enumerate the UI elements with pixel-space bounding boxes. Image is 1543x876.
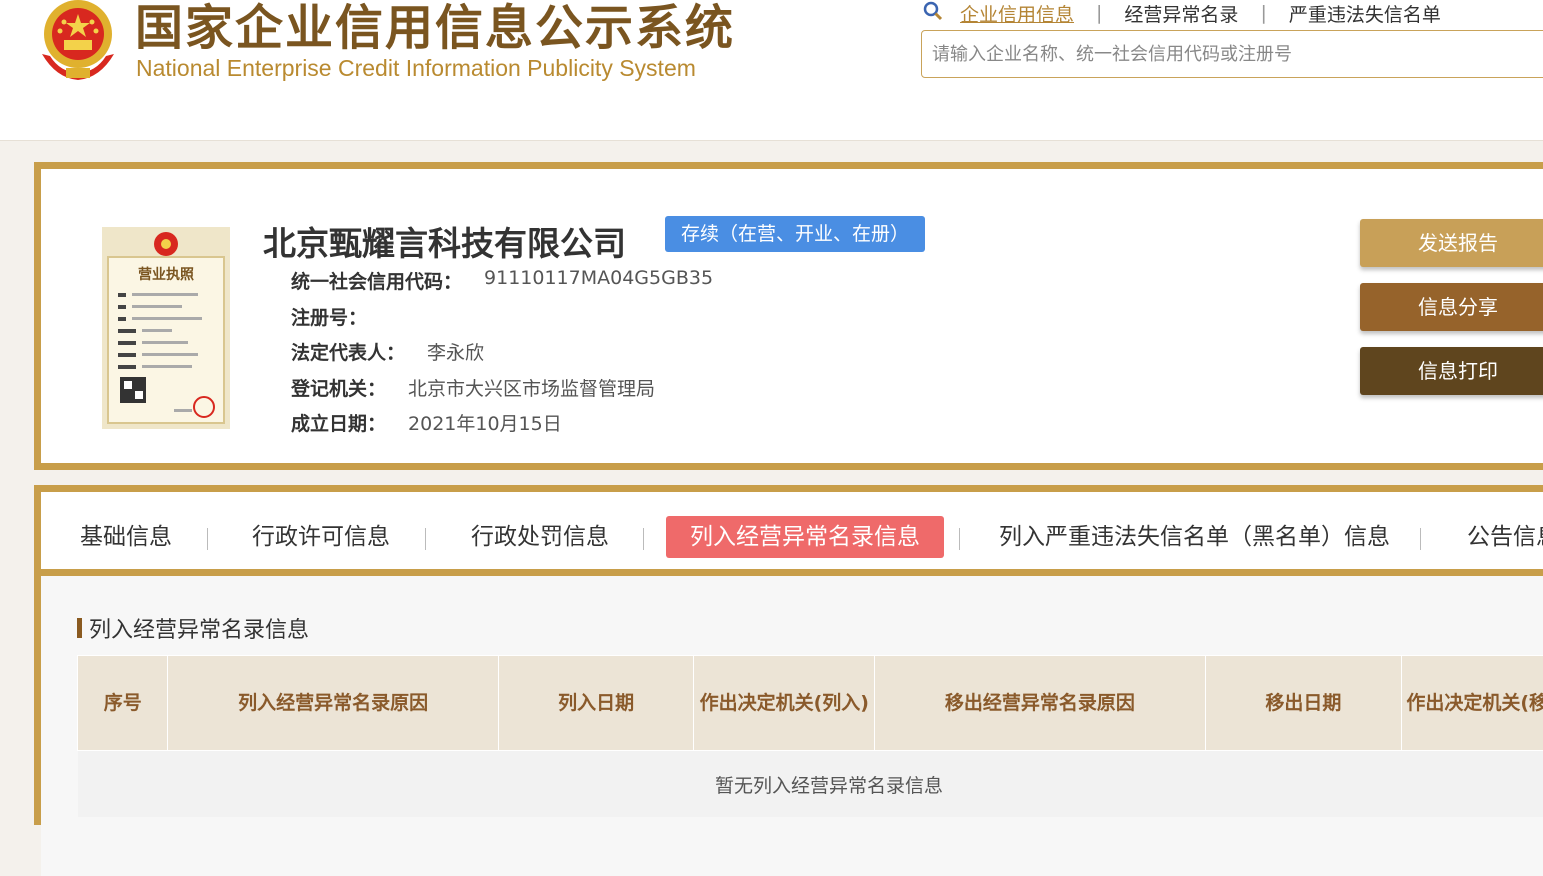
section-title-bar (77, 618, 82, 638)
tab-divider (1420, 528, 1421, 550)
field-registration-authority: 登记机关： 北京市大兴区市场监督管理局 (291, 374, 655, 401)
section-title: 列入经营异常名录信息 (77, 612, 309, 644)
column-header-removal-authority: 作出决定机关(移出) (1402, 656, 1543, 751)
tab-bar-underline (41, 569, 1543, 576)
field-legal-representative: 法定代表人： 李永欣 (291, 338, 484, 365)
nav-divider: | (1260, 2, 1266, 24)
tab-admin-license[interactable]: 行政许可信息 (252, 516, 390, 558)
section-title-text: 列入经营异常名录信息 (89, 612, 309, 644)
abnormal-list-table: 序号 列入经营异常名录原因 列入日期 作出决定机关(列入) 移出经营异常名录原因… (77, 655, 1543, 817)
site-title-en: National Enterprise Credit Information P… (136, 55, 696, 82)
field-label: 登记机关： (291, 374, 386, 401)
tab-divider (959, 528, 960, 550)
column-header-removal-reason: 移出经营异常名录原因 (875, 656, 1205, 751)
column-header-listing-date: 列入日期 (498, 656, 694, 751)
field-label: 注册号： (291, 303, 367, 330)
tab-bar: 基础信息 行政许可信息 行政处罚信息 列入经营异常名录信息 列入严重违法失信名单… (41, 492, 1543, 570)
column-header-removal-date: 移出日期 (1205, 656, 1402, 751)
site-header: 国家企业信用信息公示系统 National Enterprise Credit … (0, 0, 1543, 141)
nav-divider: | (1096, 2, 1102, 24)
empty-message: 暂无列入经营异常名录信息 (78, 751, 1543, 818)
field-value: 2021年10月15日 (408, 409, 562, 436)
search-box (921, 30, 1543, 78)
nav-link-blacklist[interactable]: 严重违法失信名单 (1289, 0, 1441, 27)
national-emblem-icon (36, 0, 120, 84)
print-info-button[interactable]: 信息打印 (1360, 347, 1543, 395)
tab-admin-penalty[interactable]: 行政处罚信息 (471, 516, 609, 558)
tab-divider (643, 528, 644, 550)
field-establishment-date: 成立日期： 2021年10月15日 (291, 409, 562, 436)
tab-basic-info[interactable]: 基础信息 (80, 516, 172, 558)
field-value: 李永欣 (427, 338, 484, 365)
license-title-text: 营业执照 (138, 266, 194, 283)
tab-divider (425, 528, 426, 550)
tab-abnormal-list[interactable]: 列入经营异常名录信息 (666, 516, 944, 558)
field-label: 统一社会信用代码： (291, 267, 462, 294)
tab-blacklist[interactable]: 列入严重违法失信名单（黑名单）信息 (999, 516, 1390, 558)
column-header-index: 序号 (78, 656, 168, 751)
business-license-image[interactable]: 营业执照 (102, 227, 230, 429)
field-value: 91110117MA04G5GB35 (484, 267, 713, 294)
table-header-row: 序号 列入经营异常名录原因 列入日期 作出决定机关(列入) 移出经营异常名录原因… (78, 656, 1543, 751)
tab-announcement[interactable]: 公告信息 (1467, 516, 1543, 558)
top-nav: 企业信用信息 | 经营异常名录 | 严重违法失信名单 (960, 0, 1441, 26)
field-credit-code: 统一社会信用代码： 91110117MA04G5GB35 (291, 267, 713, 294)
nav-link-enterprise-credit[interactable]: 企业信用信息 (960, 0, 1074, 27)
column-header-listing-reason: 列入经营异常名录原因 (168, 656, 498, 751)
info-tabs-panel: 基础信息 行政许可信息 行政处罚信息 列入经营异常名录信息 列入严重违法失信名单… (34, 485, 1543, 825)
tab-content: 列入经营异常名录信息 序号 列入经营异常名录原因 列入日期 作出决定机关(列入)… (41, 576, 1543, 876)
share-info-button[interactable]: 信息分享 (1360, 283, 1543, 331)
send-report-button[interactable]: 发送报告 (1360, 219, 1543, 267)
column-header-listing-authority: 作出决定机关(列入) (694, 656, 875, 751)
field-label: 成立日期： (291, 409, 386, 436)
tab-divider (207, 528, 208, 550)
table-empty-row: 暂无列入经营异常名录信息 (78, 751, 1543, 818)
field-registration-number: 注册号： (291, 303, 389, 330)
company-name: 北京甄耀言科技有限公司 (263, 217, 626, 265)
search-input[interactable] (922, 31, 1543, 77)
search-icon[interactable] (922, 0, 944, 22)
field-value: 北京市大兴区市场监督管理局 (408, 374, 655, 401)
company-card: 营业执照 北京甄耀言科技有限公司 存续（在营、开业、在册） 统一社会信用代码： … (34, 162, 1543, 470)
nav-link-abnormal-list[interactable]: 经营异常名录 (1124, 0, 1238, 27)
field-label: 法定代表人： (291, 338, 405, 365)
status-badge: 存续（在营、开业、在册） (665, 216, 925, 252)
site-title-cn: 国家企业信用信息公示系统 (135, 0, 735, 58)
